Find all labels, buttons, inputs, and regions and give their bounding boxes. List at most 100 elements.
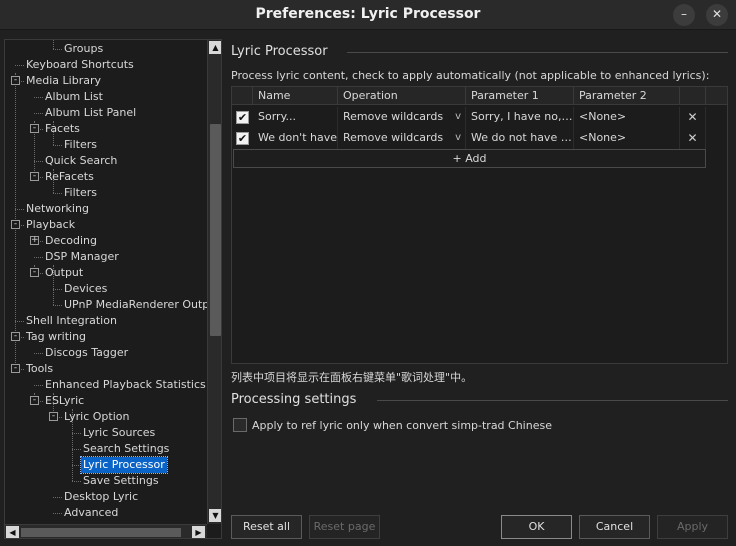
tree-horizontal-scrollbar[interactable]: ◀ ▶ [5,524,207,538]
ok-button[interactable]: OK [501,515,572,539]
tree-guide-line [72,465,81,466]
apply-ref-lyric-checkbox[interactable] [233,418,247,432]
tree-item[interactable]: Facets [43,121,82,137]
window-title: Preferences: Lyric Processor [255,6,481,22]
header-operation[interactable]: Operation [338,87,466,105]
tree-item[interactable]: Quick Search [43,153,119,169]
tree-item[interactable]: Networking [24,201,91,217]
tree-item[interactable]: Devices [62,281,109,297]
row-name[interactable]: We don't have [253,128,338,149]
tree-item[interactable]: DSP Manager [43,249,121,265]
tree-item[interactable]: Keyboard Shortcuts [24,57,136,73]
row-parameter-1[interactable]: Sorry, I have no, w... [466,107,574,128]
tree-item[interactable]: Save Settings [81,473,161,489]
group-divider [377,400,728,401]
group-divider [347,52,728,53]
reset-all-button[interactable]: Reset all [231,515,302,539]
row-name[interactable]: Sorry... [253,107,338,128]
collapse-icon[interactable]: - [11,220,20,229]
tree-item[interactable]: Lyric Processor [80,456,168,474]
lyric-processor-table[interactable]: Name Operation Parameter 1 Parameter 2 ✔… [231,86,728,364]
title-bar: Preferences: Lyric Processor – ✕ [0,0,736,30]
header-name[interactable]: Name [253,87,338,105]
row-operation-select[interactable]: Remove wildcards v [338,128,466,149]
collapse-icon[interactable]: - [30,172,39,181]
row-parameter-2[interactable]: <None> [574,107,680,128]
table-row[interactable]: ✔ Sorry... Remove wildcards v Sorry, I ha… [232,107,727,128]
preferences-tree[interactable]: Groups Keyboard Shortcuts Media Library - Al… [4,39,222,539]
tree-item-label: Output [45,266,84,279]
table-header: Name Operation Parameter 1 Parameter 2 [232,87,727,105]
tree-item-label: Playback [26,218,76,231]
tree-guide-line [53,193,62,194]
tree-guide-line [72,481,81,482]
scroll-left-icon[interactable]: ◀ [6,526,19,538]
close-icon[interactable]: ✕ [706,4,728,26]
tree-item[interactable]: Filters [62,185,99,201]
tree-item[interactable]: Shell Integration [24,313,119,329]
tree-item[interactable]: ESLyric [43,393,86,409]
delete-row-icon[interactable]: ✕ [680,128,706,149]
tree-item-label: Filters [64,138,97,151]
tree-item-label: Album List Panel [45,106,137,119]
tree-item[interactable]: UPnP MediaRenderer Output [62,297,207,313]
tree-item[interactable]: Enhanced Playback Statistics [43,377,207,393]
collapse-icon[interactable]: - [30,396,39,405]
tree-list: Groups Keyboard Shortcuts Media Library - Al… [5,40,207,524]
row-parameter-1[interactable]: We do not have th... [466,128,574,149]
tree-item[interactable]: Playback [24,217,77,233]
tree-guide-line [72,433,81,434]
minimize-icon[interactable]: – [673,4,695,26]
header-parameter-2[interactable]: Parameter 2 [574,87,680,105]
tree-scroll-thumb[interactable] [210,124,221,336]
tree-item[interactable]: Album List Panel [43,105,138,121]
scroll-up-icon[interactable]: ▲ [209,41,221,54]
tree-item[interactable]: Media Library [24,73,103,89]
reset-page-button[interactable]: Reset page [309,515,380,539]
cancel-button[interactable]: Cancel [579,515,650,539]
row-operation-select[interactable]: Remove wildcards v [338,107,466,128]
collapse-icon[interactable]: - [11,332,20,341]
row-operation: Remove wildcards [343,110,444,123]
tree-item[interactable]: Groups [62,41,105,57]
tree-item[interactable]: Advanced [62,505,120,521]
tree-item-label: Search Settings [83,442,170,455]
tree-item[interactable]: Decoding [43,233,99,249]
collapse-icon[interactable]: - [49,412,58,421]
lyric-processor-description: Process lyric content, check to apply au… [231,69,710,82]
row-parameter-2[interactable]: <None> [574,128,680,149]
delete-row-icon[interactable]: ✕ [680,107,706,128]
table-row[interactable]: ✔ We don't have Remove wildcards v We do … [232,128,727,149]
tree-item[interactable]: Lyric Sources [81,425,157,441]
collapse-icon[interactable]: - [30,268,39,277]
tree-hscroll-thumb[interactable] [21,528,181,537]
apply-button[interactable]: Apply [657,515,728,539]
tree-item-label: Networking [26,202,89,215]
collapse-icon[interactable]: - [11,364,20,373]
add-rule-button[interactable]: + Add [233,149,706,168]
tree-item-label: Tools [26,362,54,375]
tree-item[interactable]: Filters [62,137,99,153]
scroll-down-icon[interactable]: ▼ [209,509,221,522]
row-checkbox[interactable]: ✔ [236,111,249,124]
header-parameter-1[interactable]: Parameter 1 [466,87,574,105]
collapse-icon[interactable]: - [30,124,39,133]
tree-item[interactable]: Tag writing [24,329,88,345]
tree-item-label: ESLyric [45,394,85,407]
lyric-processor-note: 列表中项目将显示在面板右键菜单"歌词处理"中。 [231,371,473,384]
tree-item[interactable]: Output [43,265,85,281]
tree-item[interactable]: Discogs Tagger [43,345,130,361]
chevron-down-icon: v [455,132,461,143]
tree-item[interactable]: Album List [43,89,105,105]
tree-item[interactable]: Desktop Lyric [62,489,140,505]
tree-vertical-scrollbar[interactable]: ▲ ▼ [207,40,221,524]
collapse-icon[interactable]: - [11,76,20,85]
tree-item-label: Quick Search [45,154,118,167]
scroll-right-icon[interactable]: ▶ [192,526,205,538]
tree-item[interactable]: Tools [24,361,55,377]
expand-icon[interactable]: + [30,236,39,245]
tree-item[interactable]: Lyric Option [62,409,131,425]
row-checkbox[interactable]: ✔ [236,132,249,145]
tree-item[interactable]: Search Settings [81,441,171,457]
tree-item[interactable]: ReFacets [43,169,96,185]
